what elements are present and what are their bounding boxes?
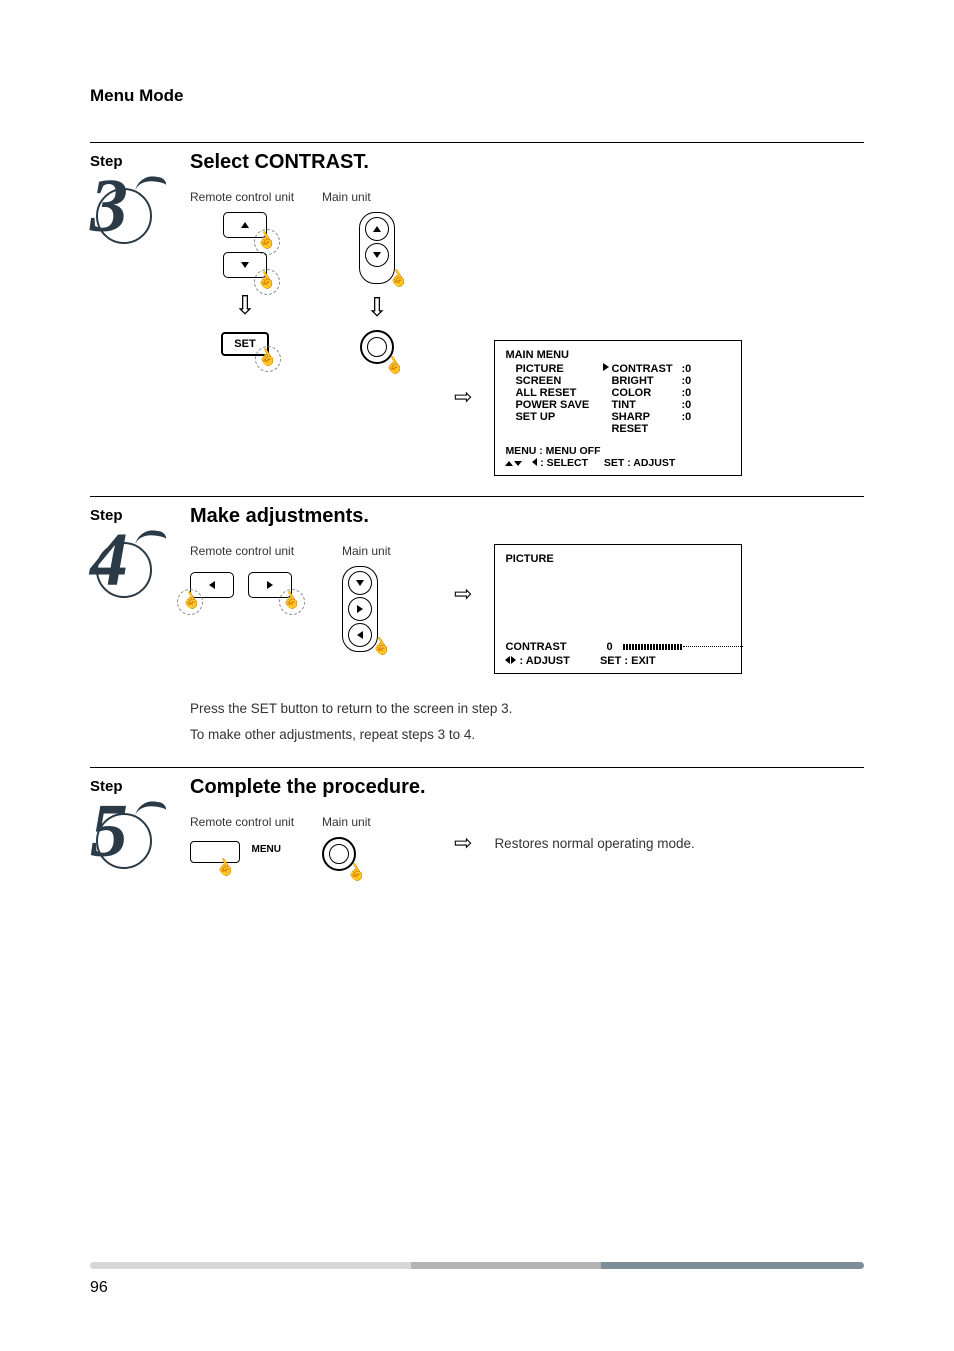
step-5: Step 5 Complete the procedure. Remote co…: [90, 767, 864, 895]
down-arrow-icon: ⇩: [366, 294, 388, 320]
step-4: Step 4 Make adjustments. Remote control …: [90, 496, 864, 767]
triangle-up-icon: [241, 222, 249, 228]
triangle-right-icon: [267, 581, 273, 589]
main-nav-knob[interactable]: ☝: [342, 566, 378, 652]
step4-body-1: Press the SET button to return to the sc…: [190, 696, 864, 722]
hand-press-icon: ☝: [342, 859, 369, 886]
main-unit-label: Main unit: [322, 190, 432, 206]
footer-accent-bar: [90, 1262, 864, 1269]
hand-press-icon: ☝: [380, 352, 407, 379]
step-number-4: 4: [90, 528, 160, 604]
page-number: 96: [90, 1279, 108, 1297]
remote-right-button[interactable]: ☝: [248, 572, 292, 598]
step3-heading: Select CONTRAST.: [190, 151, 864, 174]
main-enter-knob[interactable]: ☝: [322, 837, 356, 871]
osd-picture-adjust: PICTURE CONTRAST 0 : ADJUST: [494, 544, 742, 674]
osd-left-item: SET UP: [515, 411, 603, 423]
remote-label: Remote control unit: [190, 815, 300, 831]
osd-left-item: SCREEN: [515, 375, 603, 387]
triangle-right-icon: [357, 605, 363, 613]
main-unit-label: Main unit: [342, 544, 432, 560]
step-number-3: 3: [90, 174, 160, 250]
osd-left-item: POWER SAVE: [515, 399, 603, 411]
osd-left-item: ALL RESET: [515, 387, 603, 399]
osd-title: MAIN MENU: [505, 349, 731, 361]
triangle-down-icon: [241, 262, 249, 268]
triangle-down-icon: [356, 580, 364, 586]
adjustment-bar: [623, 643, 743, 651]
remote-left-button[interactable]: ☝: [190, 572, 234, 598]
right-arrow-icon: ⇨: [454, 583, 472, 605]
remote-down-button[interactable]: ☝: [223, 252, 267, 278]
main-nav-knob[interactable]: ☝: [359, 212, 395, 284]
step5-heading: Complete the procedure.: [190, 776, 864, 799]
remote-up-button[interactable]: ☝: [223, 212, 267, 238]
remote-menu-button[interactable]: MENU ☝: [190, 841, 240, 863]
right-arrow-icon: ⇨: [454, 832, 472, 854]
osd-title: PICTURE: [505, 553, 731, 565]
step-3: Step 3 Select CONTRAST. Remote control u…: [90, 142, 864, 496]
section-header: Menu Mode: [90, 86, 864, 106]
step-number-5: 5: [90, 799, 160, 875]
right-arrow-icon: ⇨: [454, 386, 472, 408]
selector-arrow-icon: [603, 363, 609, 371]
step4-body-2: To make other adjustments, repeat steps …: [190, 722, 864, 748]
triangle-left-icon: [209, 581, 215, 589]
osd-footer: MENU : MENU OFF : SELECT SET : ADJUST: [505, 445, 731, 469]
triangle-up-icon: [373, 226, 381, 232]
main-unit-label: Main unit: [322, 815, 432, 831]
triangle-down-icon: [373, 252, 381, 258]
main-enter-knob[interactable]: ☝: [360, 330, 394, 364]
step4-heading: Make adjustments.: [190, 505, 864, 528]
menu-label: MENU: [252, 844, 281, 855]
triangle-left-icon: [357, 631, 363, 639]
remote-label: Remote control unit: [190, 544, 320, 560]
osd-main-menu: MAIN MENU PICTURE SCREEN ALL RESET POWER…: [494, 340, 742, 476]
remote-set-button[interactable]: SET ☝: [221, 332, 269, 356]
remote-label: Remote control unit: [190, 190, 300, 206]
down-arrow-icon: ⇩: [234, 292, 256, 318]
hand-press-icon: ☝: [211, 854, 238, 881]
osd-left-item: PICTURE: [515, 363, 603, 375]
hand-press-icon: ☝: [384, 265, 411, 292]
step5-result: Restores normal operating mode.: [494, 815, 694, 871]
